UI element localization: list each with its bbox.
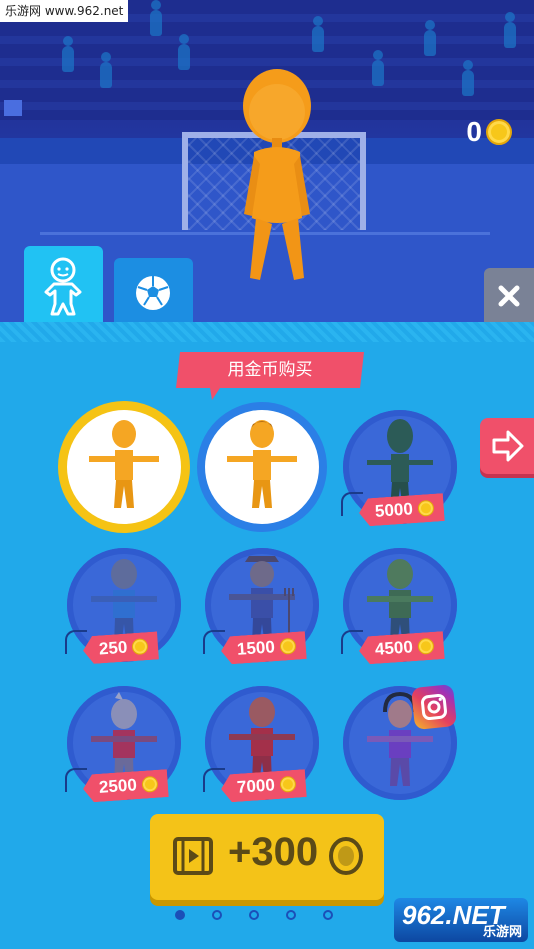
price-label: 4500 [374, 637, 414, 659]
crowd-fan [372, 50, 384, 86]
instagram-icon[interactable] [410, 683, 458, 731]
character-slot[interactable]: 250 [65, 548, 181, 664]
price-tag: 5000 [358, 493, 445, 527]
tab-character[interactable] [24, 246, 103, 328]
crowd-fan [178, 34, 190, 70]
tab-ball[interactable] [114, 258, 193, 328]
page-dot[interactable] [323, 910, 333, 920]
crowd-fan [424, 20, 436, 56]
crowd-fan [504, 12, 516, 48]
coin-icon [486, 119, 512, 145]
page-dot[interactable] [175, 910, 185, 920]
coin-icon [417, 500, 434, 517]
character-preview [243, 69, 311, 280]
crowd-fan [312, 16, 324, 52]
coin-balance: 0 [466, 116, 512, 148]
character-slot[interactable]: 7000 [203, 686, 319, 803]
character-slot[interactable]: 1500 [203, 548, 319, 665]
price-label: 1500 [236, 637, 276, 659]
corner-flag [4, 100, 22, 116]
price-tag: 7000 [220, 769, 307, 803]
watermark-logo-name: 乐游网 [482, 925, 522, 940]
close-button[interactable] [484, 268, 534, 324]
crowd-fan [100, 52, 112, 88]
character-slot[interactable]: 2500 [65, 686, 181, 803]
crowd-fan [62, 36, 74, 72]
coin-icon [279, 638, 296, 655]
soccer-ball-icon [136, 276, 170, 310]
price-label: 250 [98, 637, 128, 659]
watermark-top: 乐游网 www.962.net [0, 0, 129, 22]
close-icon [498, 285, 520, 307]
price-tag: 1500 [220, 631, 307, 665]
watch-video-reward-button[interactable]: +300 [150, 814, 384, 900]
panel-edge [0, 322, 534, 342]
character-figure [89, 420, 159, 508]
watermark-logo: 962.NET 乐游网 [394, 898, 528, 942]
crowd-fan [150, 0, 162, 36]
coin-icon [141, 776, 158, 793]
instagram-glyph [421, 694, 447, 720]
page-dot[interactable] [286, 910, 296, 920]
buy-with-coins-label: 用金币购买 [227, 360, 313, 380]
character-icon [44, 257, 82, 316]
coin-icon [279, 776, 296, 793]
price-label: 5000 [374, 499, 414, 521]
page-dot[interactable] [212, 910, 222, 920]
character-figure [227, 420, 297, 508]
video-icon [173, 837, 213, 875]
character-slot[interactable]: 5000 [341, 410, 457, 527]
character-slot[interactable] [67, 410, 181, 524]
next-page-button[interactable] [480, 418, 534, 474]
character-slot[interactable] [205, 410, 319, 524]
price-tag: 250 [82, 631, 159, 664]
character-slot[interactable]: 4500 [341, 548, 457, 665]
price-label: 2500 [98, 775, 138, 797]
price-tag: 2500 [82, 769, 169, 803]
price-label: 7000 [236, 775, 276, 797]
pagination [175, 910, 333, 920]
crowd-fan [462, 60, 474, 96]
coin-icon [329, 837, 363, 875]
coin-icon [417, 638, 434, 655]
arrow-right-icon [492, 430, 524, 462]
coin-count: 0 [466, 116, 482, 147]
page-dot[interactable] [249, 910, 259, 920]
reward-amount: +300 [228, 830, 319, 874]
character-slot[interactable] [343, 683, 458, 800]
price-tag: 4500 [358, 631, 445, 665]
coin-icon [132, 638, 149, 655]
